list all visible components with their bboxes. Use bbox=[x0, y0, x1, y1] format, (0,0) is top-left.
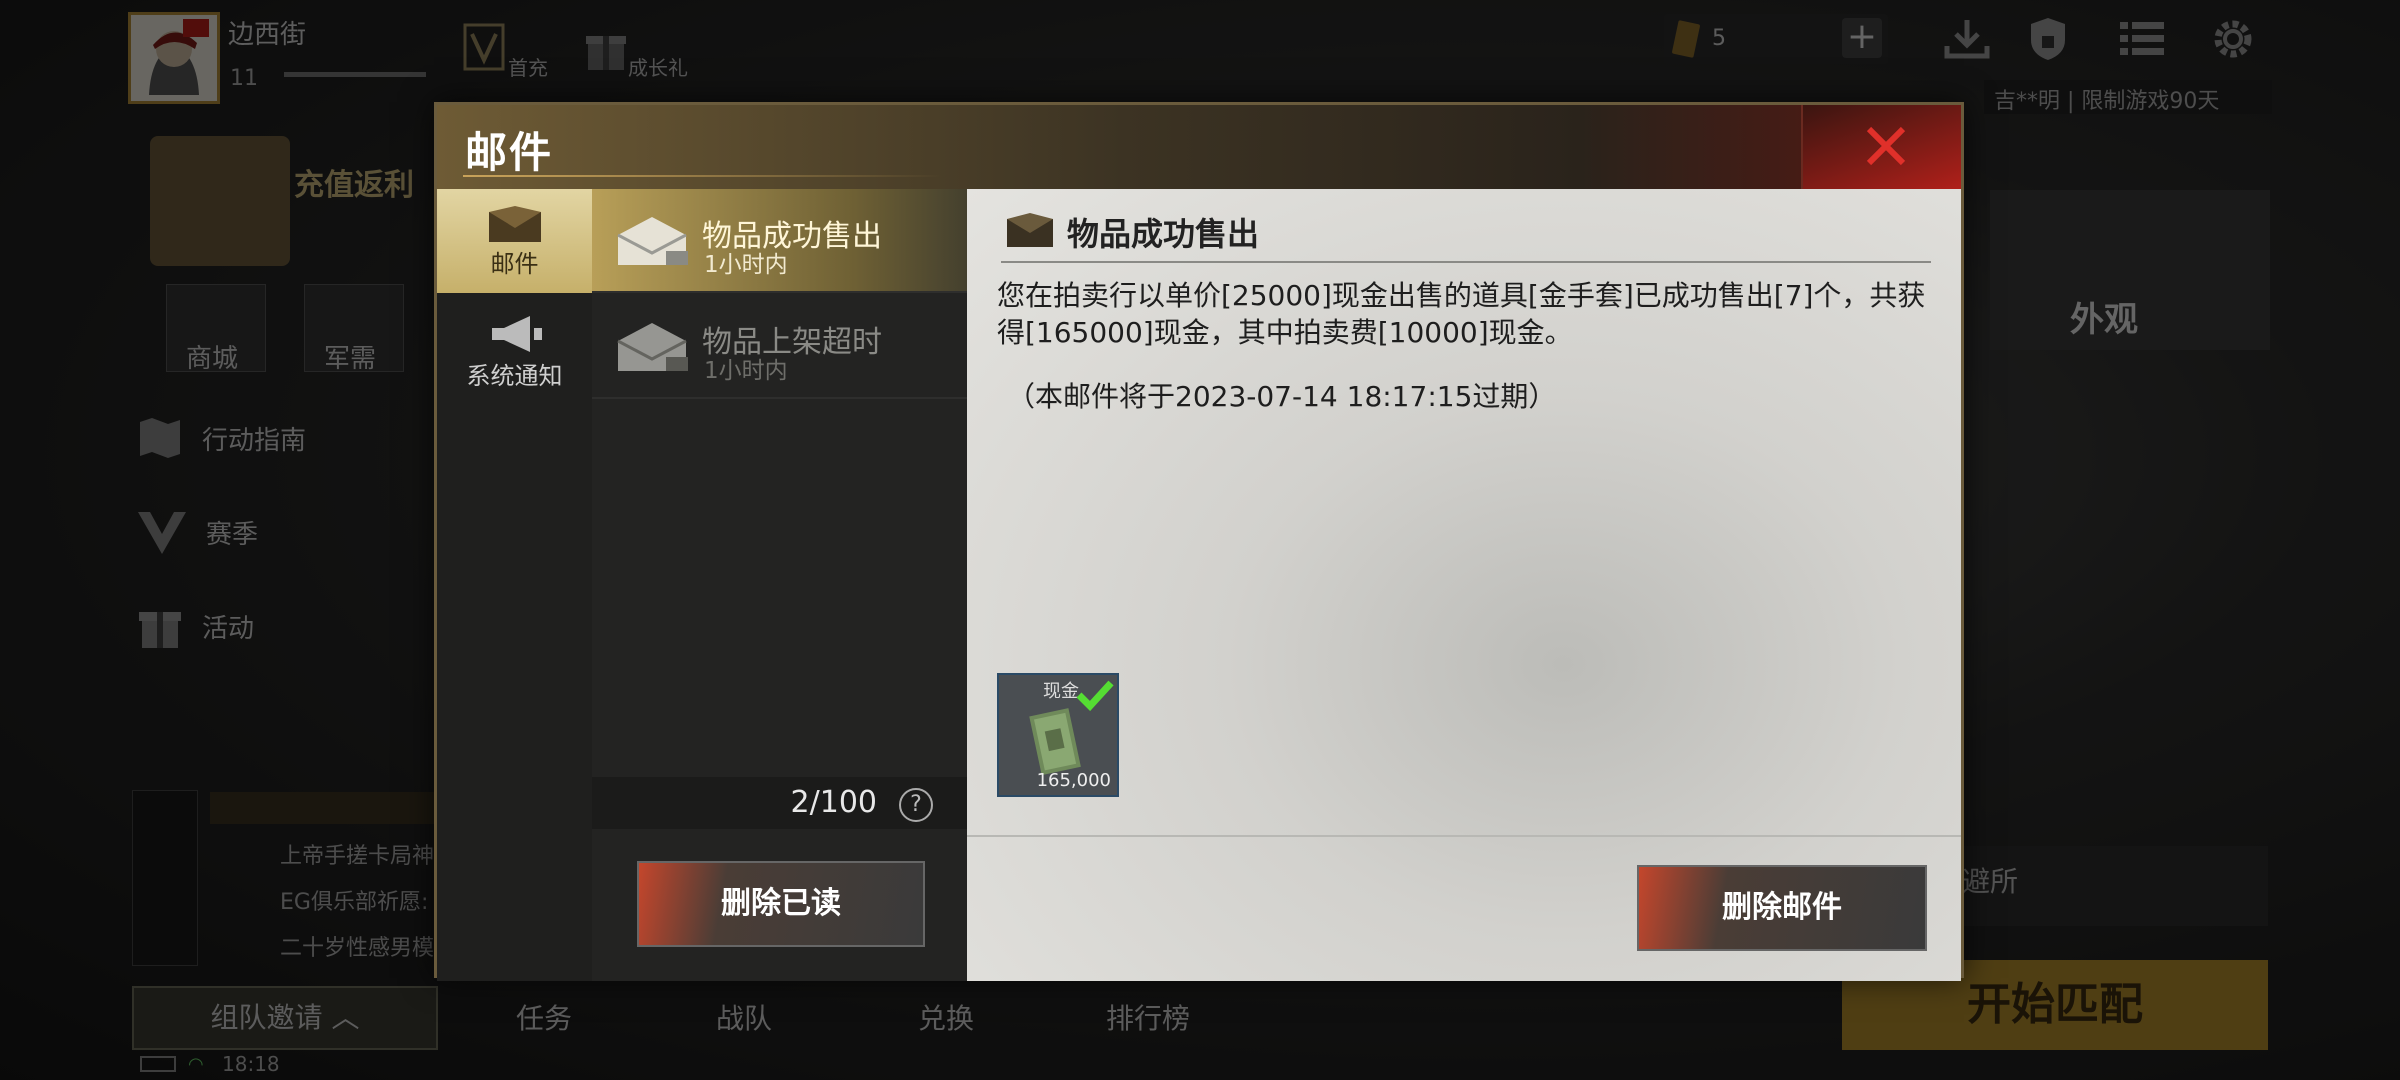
xp-bar bbox=[284, 72, 426, 77]
recharge-rebate-label: 充值返利 bbox=[294, 168, 414, 203]
mail-category-sidebar: 邮件 系统通知 bbox=[437, 189, 592, 981]
first-charge-button[interactable] bbox=[462, 22, 506, 72]
chat-tabs[interactable] bbox=[132, 790, 198, 966]
menu-activity-label: 活动 bbox=[202, 613, 255, 644]
bottom-bar: 组队邀请 ︿ 任务 战队 兑换 排行榜 bbox=[128, 986, 1848, 1052]
tab-task[interactable]: 任务 bbox=[516, 986, 572, 1052]
close-icon bbox=[1866, 126, 1906, 166]
category-mail-label: 邮件 bbox=[490, 249, 539, 278]
chat-line-3: 二十岁性感男模 bbox=[280, 936, 435, 961]
settings-gear-icon[interactable] bbox=[2210, 16, 2256, 62]
mail-detail-title: 物品成功售出 bbox=[1067, 215, 1260, 253]
anti-addiction-notice: 吉**明 | 限制游戏90天 bbox=[1984, 80, 2272, 114]
list-menu-icon[interactable] bbox=[2120, 20, 2164, 58]
wifi-icon: ◠ bbox=[188, 1054, 204, 1075]
open-envelope-icon bbox=[617, 323, 688, 371]
player-avatar[interactable] bbox=[128, 12, 220, 104]
menu-season-label: 赛季 bbox=[206, 519, 259, 550]
menu-action-guide[interactable]: 行动指南 bbox=[136, 398, 426, 478]
clock-time: 18:18 bbox=[222, 1052, 280, 1076]
tab-team[interactable]: 战队 bbox=[716, 986, 772, 1052]
footer-separator bbox=[967, 835, 1961, 837]
battery-icon bbox=[140, 1056, 176, 1072]
supply-label: 军需 bbox=[324, 344, 377, 374]
attachment-quantity: 165,000 bbox=[1036, 770, 1111, 791]
title-underline bbox=[463, 175, 943, 177]
close-button[interactable] bbox=[1801, 105, 1961, 189]
mail-item-time: 1小时内 bbox=[704, 252, 788, 278]
player-name: 边西街 bbox=[228, 20, 307, 50]
mail-list-item[interactable]: 物品成功售出 1小时内 bbox=[592, 189, 967, 293]
mail-detail-body: 您在拍卖行以单价[25000]现金出售的道具[金手套]已成功售出[7]个，共获得… bbox=[997, 279, 1926, 349]
envelope-icon bbox=[488, 205, 541, 242]
mail-dialog-title: 邮件 bbox=[465, 128, 554, 177]
category-system-notice-label: 系统通知 bbox=[466, 361, 563, 390]
menu-action-guide-label: 行动指南 bbox=[202, 425, 307, 456]
help-icon[interactable]: ? bbox=[899, 788, 933, 822]
growth-gift-label: 成长礼 bbox=[628, 56, 688, 80]
first-charge-label: 首充 bbox=[508, 56, 548, 80]
mail-dialog: 邮件 邮件 系统通知 物品成功售出 1小时内 物品上架超时 1小时内 2/100… bbox=[434, 102, 1964, 981]
chevron-up-icon: ︿ bbox=[331, 1001, 360, 1034]
map-icon bbox=[140, 418, 180, 458]
chat-line-1: 上帝手搓卡局神 bbox=[280, 844, 435, 869]
chat-header-bar bbox=[210, 792, 450, 824]
tab-exchange[interactable]: 兑换 bbox=[918, 986, 974, 1052]
shop-label: 商城 bbox=[186, 344, 239, 374]
check-icon bbox=[1076, 680, 1114, 711]
megaphone-icon bbox=[491, 315, 542, 352]
category-system-notice[interactable]: 系统通知 bbox=[437, 299, 592, 403]
gift-icon bbox=[586, 36, 626, 70]
chat-line-2: EG俱乐部祈愿: bbox=[280, 890, 429, 915]
delete-read-button[interactable]: 删除已读 bbox=[637, 861, 925, 947]
tab-leaderboard[interactable]: 排行榜 bbox=[1106, 986, 1190, 1052]
player-level: 11 bbox=[230, 66, 258, 91]
resource-count: 5 bbox=[1712, 26, 1726, 51]
envelope-icon bbox=[1007, 213, 1053, 247]
menu-season[interactable]: 赛季 bbox=[136, 492, 426, 572]
growth-gift-button[interactable] bbox=[584, 26, 628, 72]
download-icon[interactable] bbox=[1944, 18, 1990, 60]
gift-icon bbox=[139, 612, 181, 648]
mail-list-item[interactable]: 物品上架超时 1小时内 bbox=[592, 295, 967, 399]
mail-item-time: 1小时内 bbox=[704, 358, 788, 384]
team-invite-label: 组队邀请 bbox=[210, 1001, 323, 1034]
category-mail[interactable]: 邮件 bbox=[437, 189, 592, 293]
ticket-icon bbox=[1672, 20, 1700, 58]
cash-stack-icon bbox=[1029, 708, 1081, 776]
shelter-label: 避所 bbox=[1962, 865, 2019, 898]
detail-separator bbox=[1001, 261, 1931, 263]
shield-lock-icon[interactable] bbox=[2028, 16, 2068, 62]
delete-mail-button[interactable]: 删除邮件 bbox=[1637, 865, 1927, 951]
mail-expire-text: （本邮件将于2023-07-14 18:17:15过期） bbox=[1007, 380, 1557, 413]
attachment-item-cash[interactable]: 现金 165,000 bbox=[997, 673, 1119, 797]
v-badge-icon bbox=[463, 23, 505, 71]
season-v-icon bbox=[138, 512, 186, 554]
open-envelope-icon bbox=[617, 217, 688, 265]
team-invite-button[interactable]: 组队邀请 ︿ bbox=[132, 986, 438, 1050]
menu-activity[interactable]: 活动 bbox=[136, 586, 426, 666]
add-resource-button[interactable]: + bbox=[1842, 18, 1882, 58]
mail-detail-panel: 物品成功售出 您在拍卖行以单价[25000]现金出售的道具[金手套]已成功售出[… bbox=[967, 189, 1961, 981]
attachment-label: 现金 bbox=[1043, 681, 1079, 702]
appearance-label: 外观 bbox=[2070, 300, 2138, 340]
recharge-chest-image[interactable] bbox=[150, 136, 290, 266]
mail-dialog-header: 邮件 bbox=[437, 105, 1961, 189]
